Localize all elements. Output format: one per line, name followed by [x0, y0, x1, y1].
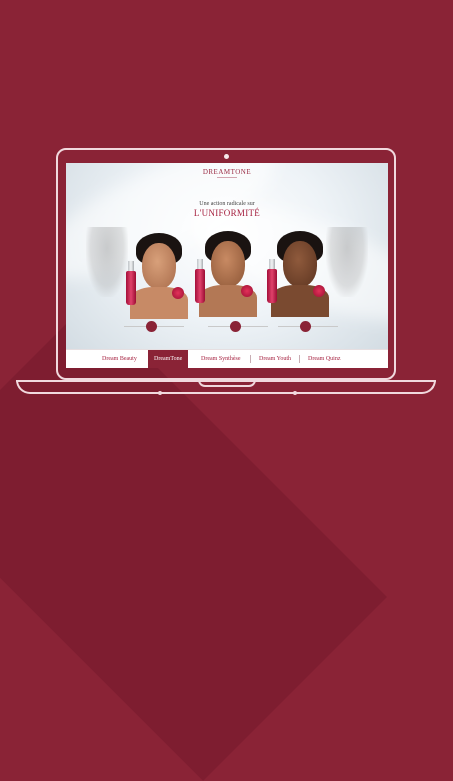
rose-icon [172, 287, 184, 299]
serum-bottle [267, 269, 277, 303]
website-screen: DREAMTONE Une action radicale sur L'UNIF… [66, 163, 388, 368]
nav-item-dream-quinz[interactable]: Dream Quinz [308, 350, 341, 368]
model-face [211, 241, 245, 287]
ghost-portrait-right [326, 227, 368, 297]
before-after-slider-2[interactable] [208, 320, 268, 334]
before-after-slider-3[interactable] [278, 320, 338, 334]
laptop-foot-dot [293, 391, 297, 395]
hero-tagline: Une action radicale sur [199, 201, 255, 207]
slider-knob[interactable] [300, 321, 311, 332]
model-face [283, 241, 317, 287]
laptop-foot-dot [158, 391, 162, 395]
serum-bottle [195, 269, 205, 303]
brand-rule [217, 177, 237, 178]
camera-icon [224, 154, 229, 159]
slider-knob[interactable] [146, 321, 157, 332]
hero-headline: L'UNIFORMITÉ [193, 208, 261, 218]
nav-item-dreamtone[interactable]: DreamTone [148, 350, 189, 368]
rose-icon [313, 285, 325, 297]
ghost-portrait-left [86, 227, 128, 297]
nav-item-dream-youth[interactable]: Dream Youth [259, 350, 291, 368]
model-portrait-3[interactable] [267, 229, 331, 317]
serum-bottle [126, 271, 136, 305]
model-face [142, 243, 176, 289]
brand-logo[interactable]: DREAMTONE [66, 168, 388, 176]
model-portrait-1[interactable] [126, 231, 190, 319]
nav-separator [250, 355, 251, 363]
nav-separator [299, 355, 300, 363]
product-nav: Dream Beauty DreamTone Dream Synthèse Dr… [66, 349, 388, 368]
nav-item-dream-synthese[interactable]: Dream Synthèse [201, 350, 241, 368]
nav-item-dream-beauty[interactable]: Dream Beauty [102, 350, 137, 368]
rose-icon [241, 285, 253, 297]
model-portrait-2[interactable] [195, 229, 259, 317]
before-after-slider-1[interactable] [124, 320, 184, 334]
slider-knob[interactable] [230, 321, 241, 332]
laptop-notch [198, 380, 256, 387]
